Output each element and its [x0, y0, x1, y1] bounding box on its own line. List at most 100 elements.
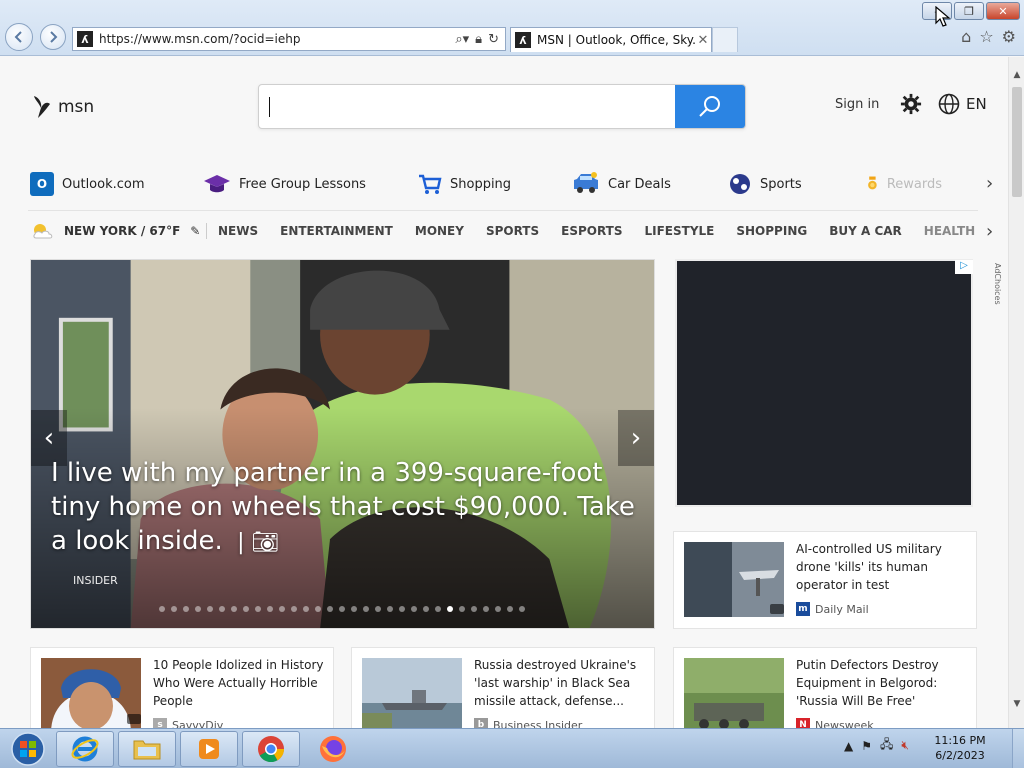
edit-pencil-icon[interactable]: ✎ [190, 224, 200, 238]
msn-logo[interactable]: msn [30, 94, 94, 120]
system-clock[interactable]: 11:16 PM 6/2/2023 [930, 733, 990, 763]
carousel-dot[interactable] [447, 606, 453, 612]
carousel-dot[interactable] [207, 606, 213, 612]
tools-gear-icon[interactable]: ⚙ [1002, 27, 1016, 46]
carousel-dot[interactable] [327, 606, 333, 612]
quick-link-rewards[interactable]: Rewards [866, 169, 942, 199]
sign-in-link[interactable]: Sign in [835, 97, 879, 112]
scroll-up-arrow-icon[interactable]: ▲ [1009, 67, 1024, 83]
action-center-flag-icon[interactable]: ⚑ [861, 739, 872, 753]
carousel-dot[interactable] [267, 606, 273, 612]
carousel-dot[interactable] [315, 606, 321, 612]
carousel-dot[interactable] [255, 606, 261, 612]
card-source[interactable]: m Daily Mail [796, 602, 869, 616]
carousel-dot[interactable] [423, 606, 429, 612]
search-bar[interactable] [258, 84, 746, 129]
close-button[interactable]: ✕ [986, 2, 1020, 20]
carousel-dot[interactable] [159, 606, 165, 612]
carousel-dot[interactable] [495, 606, 501, 612]
nav-link-health[interactable]: HEALTH [924, 224, 975, 238]
hero-headline[interactable]: I live with my partner in a 399-square-f… [51, 456, 641, 560]
nav-link-buy-a-car[interactable]: BUY A CAR [829, 224, 902, 238]
tab-close-icon[interactable]: ✕ [695, 33, 711, 48]
taskbar-firefox[interactable] [304, 731, 362, 767]
nav-link-news[interactable]: NEWS [218, 224, 258, 238]
card-headline[interactable]: AI-controlled US military drone 'kills' … [796, 540, 972, 594]
carousel-dot[interactable] [171, 606, 177, 612]
adchoices-label[interactable]: AdChoices [974, 263, 1002, 323]
search-dropdown-icon[interactable]: ⌕▾ [455, 32, 469, 47]
weather-widget[interactable]: NEW YORK / 67°F ✎ [30, 217, 200, 245]
carousel-dot[interactable] [303, 606, 309, 612]
address-url[interactable]: https://www.msn.com/?ocid=iehp [99, 32, 455, 46]
taskbar-chrome[interactable] [242, 731, 300, 767]
news-card[interactable]: AI-controlled US military drone 'kills' … [673, 531, 977, 629]
volume-muted-icon[interactable]: 🔇︎ [901, 738, 909, 753]
carousel-dot[interactable] [243, 606, 249, 612]
advertisement[interactable] [675, 259, 973, 507]
carousel-dot[interactable] [339, 606, 345, 612]
network-icon[interactable]: 🖧︎ [880, 735, 893, 756]
search-button[interactable] [675, 85, 745, 128]
new-tab-button[interactable] [712, 27, 738, 52]
card-source[interactable]: N Newsweek [796, 718, 874, 728]
carousel-dot[interactable] [387, 606, 393, 612]
carousel-dot[interactable] [459, 606, 465, 612]
quick-link-sports[interactable]: Sports [728, 169, 802, 199]
nav-next-chevron-icon[interactable]: › [986, 221, 993, 242]
scroll-thumb[interactable] [1012, 87, 1022, 197]
carousel-dot[interactable] [399, 606, 405, 612]
card-headline[interactable]: Putin Defectors Destroy Equipment in Bel… [796, 656, 972, 710]
carousel-dot[interactable] [231, 606, 237, 612]
adchoices-icon[interactable]: ▷ [955, 260, 973, 274]
carousel-dot[interactable] [195, 606, 201, 612]
quick-link-car-deals[interactable]: Car Deals [572, 169, 671, 199]
refresh-icon[interactable]: ↻ [488, 32, 499, 47]
carousel-dot[interactable] [375, 606, 381, 612]
lock-icon[interactable]: 🔒︎ [475, 32, 482, 47]
carousel-dot[interactable] [219, 606, 225, 612]
home-icon[interactable]: ⌂ [961, 27, 971, 46]
card-source[interactable]: s SavvyDiv [153, 718, 223, 728]
taskbar-file-explorer[interactable] [118, 731, 176, 767]
nav-link-sports[interactable]: SPORTS [486, 224, 539, 238]
card-source[interactable]: b Business Insider [474, 718, 582, 728]
vertical-scrollbar[interactable]: ▲ ▼ [1008, 57, 1024, 728]
taskbar-internet-explorer[interactable] [56, 731, 114, 767]
carousel-dot[interactable] [519, 606, 525, 612]
nav-link-shopping[interactable]: SHOPPING [736, 224, 807, 238]
news-card[interactable]: 10 People Idolized in History Who Were A… [30, 647, 334, 728]
address-bar[interactable]: ʎ https://www.msn.com/?ocid=iehp ⌕▾ 🔒︎ ↻ [72, 27, 506, 51]
language-selector[interactable]: EN [938, 93, 987, 115]
hero-carousel[interactable]: ‹ › I live with my partner in a 399-squa… [30, 259, 655, 629]
carousel-dot[interactable] [183, 606, 189, 612]
nav-link-money[interactable]: MONEY [415, 224, 464, 238]
start-orb-icon[interactable] [4, 731, 52, 767]
carousel-dot[interactable] [411, 606, 417, 612]
browser-tab[interactable]: ʎ MSN | Outlook, Office, Sky... ✕ [510, 27, 712, 52]
restore-button[interactable]: ❐ [954, 2, 984, 20]
quick-links-next-chevron-icon[interactable]: › [986, 173, 993, 194]
scroll-down-arrow-icon[interactable]: ▼ [1009, 696, 1024, 712]
carousel-dot[interactable] [291, 606, 297, 612]
carousel-dot[interactable] [483, 606, 489, 612]
quick-link-outlook[interactable]: O Outlook.com [30, 169, 145, 199]
carousel-dot[interactable] [279, 606, 285, 612]
carousel-dot[interactable] [471, 606, 477, 612]
card-headline[interactable]: Russia destroyed Ukraine's 'last warship… [474, 656, 650, 710]
carousel-dot[interactable] [351, 606, 357, 612]
nav-link-esports[interactable]: ESPORTS [561, 224, 622, 238]
card-headline[interactable]: 10 People Idolized in History Who Were A… [153, 656, 329, 710]
carousel-dot[interactable] [435, 606, 441, 612]
favorites-star-icon[interactable]: ☆ [979, 27, 993, 46]
quick-link-shopping[interactable]: Shopping [418, 169, 511, 199]
show-desktop-button[interactable] [1012, 729, 1024, 768]
news-card[interactable]: Putin Defectors Destroy Equipment in Bel… [673, 647, 977, 728]
back-button[interactable] [5, 23, 33, 51]
nav-link-entertainment[interactable]: ENTERTAINMENT [280, 224, 393, 238]
carousel-dot[interactable] [363, 606, 369, 612]
show-hidden-icons-icon[interactable]: ▲ [844, 739, 853, 753]
settings-gear-icon[interactable] [900, 93, 922, 115]
taskbar-media-player[interactable] [180, 731, 238, 767]
carousel-dot[interactable] [507, 606, 513, 612]
